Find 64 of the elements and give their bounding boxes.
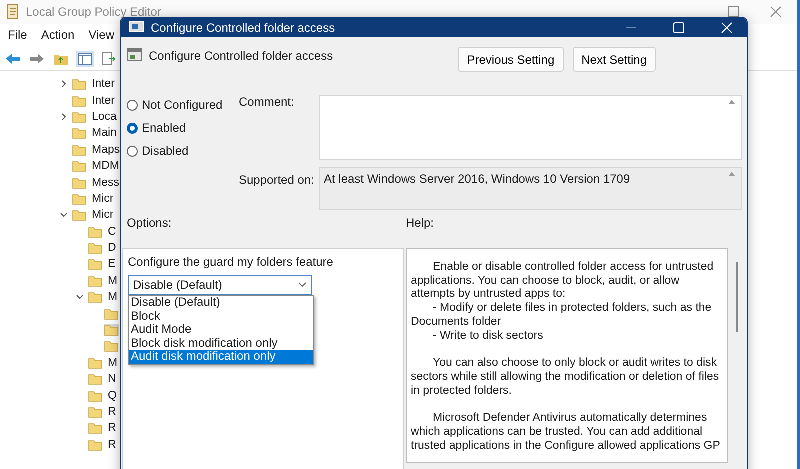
window-title: Local Group Policy Editor — [26, 5, 162, 19]
tree-item[interactable]: Micr — [92, 209, 114, 222]
policy-setting-icon — [129, 20, 145, 34]
help-label: Help: — [405, 216, 436, 230]
help-text: Microsoft Defender Antivirus automatically determines which applications can be trusted. You can add additional trusted applications in the Configure allowed applications GP — [411, 412, 722, 454]
tree-item[interactable]: N — [108, 373, 116, 386]
dropdown-option[interactable]: Block disk modification only — [129, 336, 313, 350]
help-text: - Modify or delete files in protected folders, such as the Documents folder — [411, 302, 713, 330]
tree-item[interactable]: Micr — [92, 192, 114, 205]
state-radio[interactable]: Disabled — [127, 144, 239, 158]
help-text: You can also choose to only block or audit writes to disk sectors while still allowing the modification or deletion of files in protected folders. — [411, 357, 720, 398]
tree-item[interactable]: R — [108, 406, 116, 418]
tree-item[interactable]: M — [108, 274, 118, 287]
tree-item[interactable]: M — [108, 291, 118, 304]
tree-view-icon[interactable] — [78, 53, 92, 65]
tree-item[interactable]: Inter — [92, 94, 116, 107]
back-arrow-icon[interactable] — [5, 53, 21, 65]
setting-heading: Configure Controlled folder access — [149, 48, 334, 63]
menu-item[interactable]: Action — [41, 28, 75, 44]
tree-item[interactable]: Maps — [92, 144, 120, 156]
option-caption: Configure the guard my folders feature — [128, 255, 334, 269]
dropdown-option[interactable]: Disable (Default) — [129, 296, 313, 310]
chevron-right-icon[interactable] — [60, 80, 68, 88]
tree-item[interactable]: E — [108, 258, 116, 270]
tree-item[interactable]: Main — [92, 127, 117, 140]
tree-item[interactable]: Q — [108, 390, 117, 402]
tree-item[interactable]: C — [108, 226, 116, 238]
dropdown-option[interactable]: Audit disk modification only — [129, 350, 313, 364]
tree-item[interactable]: Mess — [92, 176, 120, 189]
state-radio[interactable]: Enabled — [127, 121, 239, 135]
nav-setting-button[interactable]: Next Setting — [572, 47, 656, 72]
tree-item[interactable]: Inter — [92, 78, 116, 90]
nav-setting-button[interactable]: Previous Setting — [458, 47, 564, 72]
help-text: - Write to disk sectors — [432, 330, 544, 344]
help-text: Enable or disable controlled folder access for untrusted applications. You can choose to block, audit, or allow attempts by untrusted apps to: — [411, 261, 715, 302]
folder-up-icon[interactable] — [53, 52, 69, 66]
comment-field[interactable] — [319, 95, 742, 160]
comment-label: Comment: — [239, 95, 296, 111]
forward-arrow-icon[interactable] — [29, 53, 45, 65]
state-radio[interactable]: Not Configured — [127, 98, 239, 112]
export-list-icon[interactable] — [102, 52, 116, 66]
policy-editor-icon — [6, 4, 20, 20]
tree-item[interactable]: R — [108, 422, 116, 434]
maximize-icon[interactable] — [728, 6, 740, 18]
dropdown-option[interactable]: Audit Mode — [129, 323, 313, 337]
tree-item[interactable]: D — [108, 242, 116, 254]
tree-item[interactable]: R — [108, 438, 116, 451]
tree-item[interactable]: Loca — [92, 110, 117, 123]
scrollbar-thumb[interactable] — [736, 262, 738, 332]
options-label: Options: — [127, 216, 173, 230]
policy-setting-icon — [127, 47, 143, 63]
chevron-down-icon — [298, 282, 307, 288]
guard-dropdown[interactable]: Disable (Default) — [128, 275, 312, 295]
supported-on-label: Supported on: — [239, 172, 316, 189]
menu-item[interactable]: File — [8, 28, 28, 44]
chevron-right-icon[interactable] — [60, 112, 68, 121]
supported-on-field: At least Windows Server 2016, Windows 10 Version 1709 — [319, 167, 742, 210]
dropdown-option[interactable]: Block — [129, 310, 313, 324]
menu-item[interactable]: View — [88, 28, 114, 44]
dialog-title: Configure Controlled folder access — [151, 20, 336, 34]
chevron-down-icon[interactable] — [76, 293, 84, 302]
chevron-down-icon[interactable] — [60, 211, 68, 220]
tree-item[interactable]: MDM — [92, 160, 120, 172]
tree-item[interactable]: M — [108, 356, 118, 369]
